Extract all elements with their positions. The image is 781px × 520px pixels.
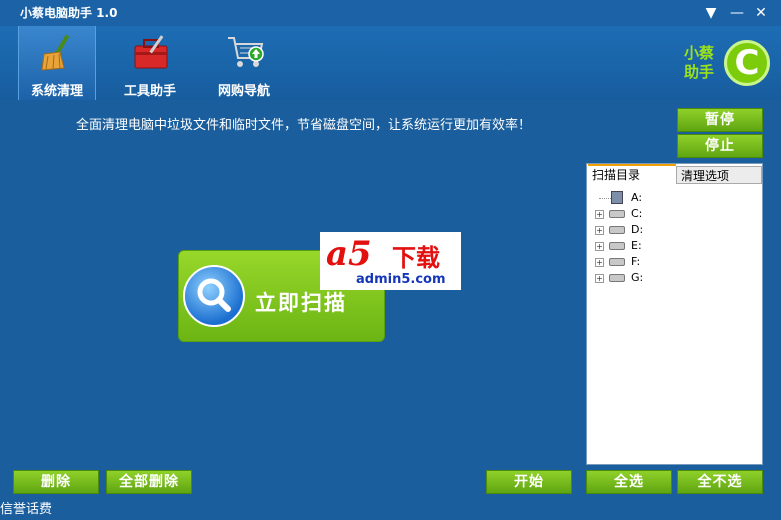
pause-button[interactable]: 暂停 xyxy=(677,108,763,132)
shopping-cart-icon xyxy=(228,37,264,67)
minimize-icon[interactable]: — xyxy=(728,4,746,22)
nav-tool-assistant[interactable]: 工具助手 xyxy=(112,26,188,100)
dropdown-menu-icon[interactable]: ▼ xyxy=(702,4,720,22)
nav-shopping-guide[interactable]: 网购导航 xyxy=(206,26,282,100)
expand-icon[interactable]: + xyxy=(595,242,604,251)
drive-label: F: xyxy=(631,255,641,268)
logo-c-icon: C xyxy=(724,40,770,86)
scan-now-label: 立即扫描 xyxy=(255,291,347,315)
floppy-drive-icon xyxy=(611,191,623,204)
app-title: 小蔡电脑助手 1.0 xyxy=(20,6,118,20)
title-bar: 小蔡电脑助手 1.0 ▼ — ✕ xyxy=(0,0,781,26)
drive-label: E: xyxy=(631,239,642,252)
drive-label: C: xyxy=(631,207,643,220)
drive-label: A: xyxy=(631,191,643,204)
expand-icon[interactable]: + xyxy=(595,226,604,235)
magnifier-icon xyxy=(183,265,245,327)
footer-link[interactable]: 信誉话费 xyxy=(0,498,52,517)
close-icon[interactable]: ✕ xyxy=(752,4,770,22)
stop-button[interactable]: 停止 xyxy=(677,134,763,158)
drive-label: G: xyxy=(631,271,644,284)
nav-label: 系统清理 xyxy=(30,84,83,99)
header-nav: 系统清理 工具助手 网购导航 xyxy=(0,26,781,100)
hard-drive-icon xyxy=(609,258,625,266)
expand-icon[interactable]: + xyxy=(595,210,604,219)
broom-icon xyxy=(41,34,70,71)
watermark-suffix: 下载 xyxy=(392,244,440,272)
logo-text-line1: 小蔡 xyxy=(684,44,715,62)
scan-directory-panel: 扫描目录 清理选项 A: + C: + D: + E: + F: + G: xyxy=(586,163,763,465)
expand-icon[interactable]: + xyxy=(595,274,604,283)
select-none-button[interactable]: 全不选 xyxy=(677,470,763,494)
select-all-button[interactable]: 全选 xyxy=(586,470,672,494)
hard-drive-icon xyxy=(609,210,625,218)
delete-all-button[interactable]: 全部删除 xyxy=(106,470,192,494)
a5-watermark-logo: a5 下载 admin5.com xyxy=(320,232,461,290)
tab-scan-directory[interactable]: 扫描目录 xyxy=(588,164,676,182)
delete-button[interactable]: 删除 xyxy=(13,470,99,494)
tab-clean-options[interactable]: 清理选项 xyxy=(676,166,762,184)
hard-drive-icon xyxy=(609,242,625,250)
nav-label: 网购导航 xyxy=(217,84,270,99)
start-button[interactable]: 开始 xyxy=(486,470,572,494)
description-text: 全面清理电脑中垃圾文件和临时文件，节省磁盘空间，让系统运行更加有效率！ xyxy=(76,118,532,133)
watermark-url: admin5.com xyxy=(356,272,446,287)
logo-text-line2: 助手 xyxy=(684,63,715,81)
hard-drive-icon xyxy=(609,226,625,234)
hard-drive-icon xyxy=(609,274,625,282)
drive-label: D: xyxy=(631,223,644,236)
watermark-brand: a5 xyxy=(326,234,372,274)
toolbox-icon xyxy=(134,35,168,69)
nav-system-clean[interactable]: 系统清理 xyxy=(18,26,96,100)
expand-icon[interactable]: + xyxy=(595,258,604,267)
nav-label: 工具助手 xyxy=(123,84,176,99)
app-logo: 小蔡 助手 C xyxy=(684,40,776,90)
